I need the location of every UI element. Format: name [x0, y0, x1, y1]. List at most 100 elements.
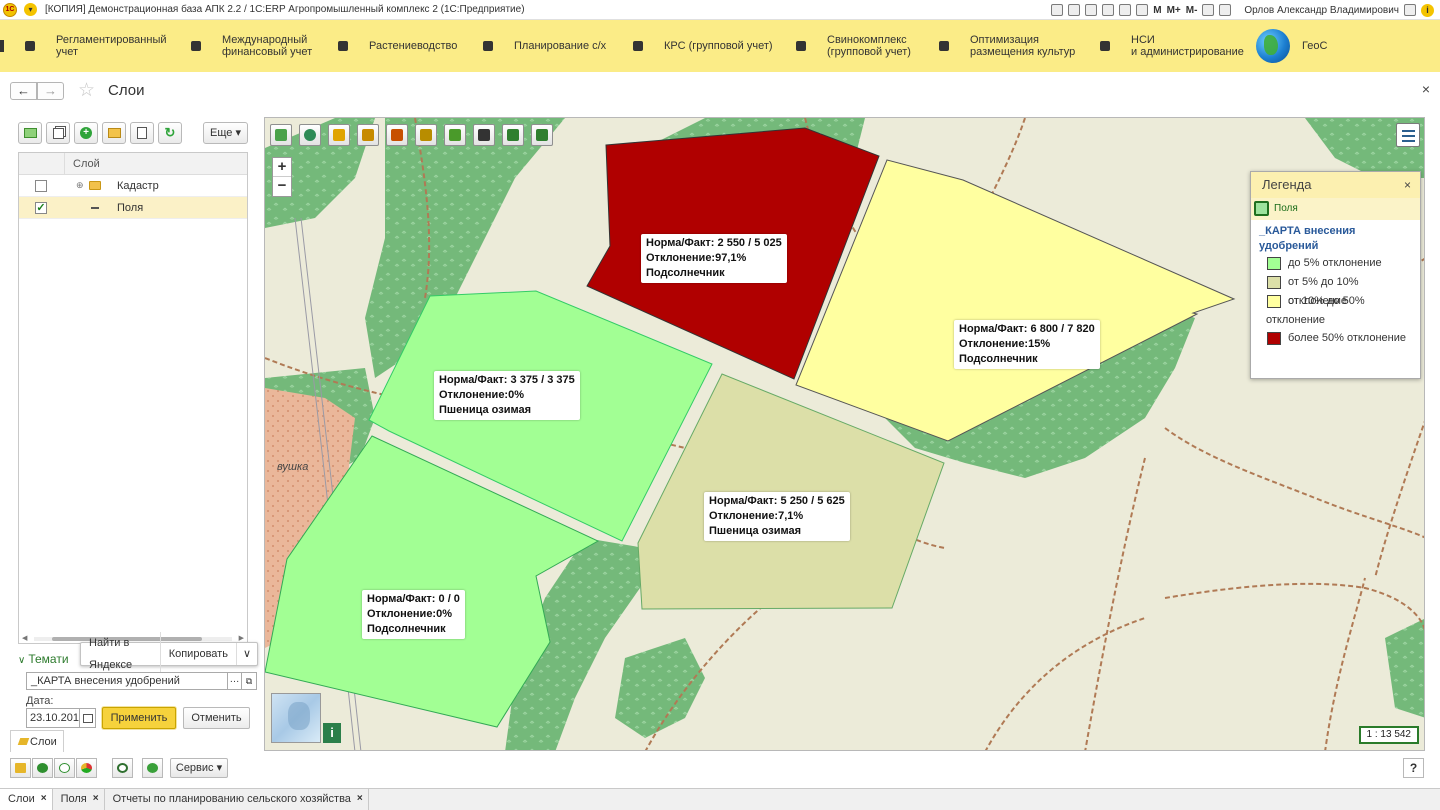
thematic-header[interactable]: ∨ Темати	[18, 652, 69, 666]
section-finance[interactable]: Международный финансовый учет	[190, 20, 312, 72]
scroll-right-icon[interactable]: ▶	[239, 634, 244, 642]
filter-button[interactable]	[444, 124, 466, 146]
layer-checkbox[interactable]	[35, 179, 47, 192]
info-tool-button[interactable]	[299, 124, 321, 146]
overview-minimap[interactable]	[271, 693, 321, 743]
window-tab-layers[interactable]: Слои ×	[0, 789, 53, 810]
add-group-button[interactable]	[102, 122, 126, 144]
legend-header: Легенда ×	[1251, 172, 1420, 198]
home-view-button[interactable]	[270, 124, 292, 146]
copy-layer-button[interactable]	[46, 122, 70, 144]
chart-mode-button[interactable]	[76, 758, 97, 778]
section-label: Международный финансовый учет	[222, 34, 313, 58]
field-label-1[interactable]: Норма/Факт: 2 550 / 5 025 Отклонение:97,…	[641, 234, 787, 283]
section-geos[interactable]: ГеоС	[1256, 20, 1327, 72]
close-page-button[interactable]: ×	[1422, 81, 1430, 97]
section-planning[interactable]: Планирование с/х	[482, 20, 606, 72]
calculator-icon[interactable]	[1119, 4, 1132, 16]
target-button[interactable]	[142, 758, 163, 778]
calendar-icon[interactable]	[1136, 4, 1149, 16]
download-button[interactable]	[502, 124, 524, 146]
section-crops[interactable]: Растениеводство	[337, 20, 457, 72]
map-info-button[interactable]: i	[323, 723, 341, 743]
field-label-5[interactable]: Норма/Факт: 0 / 0 Отклонение:0% Подсолне…	[362, 590, 465, 639]
chevron-down-icon[interactable]: ∨	[237, 643, 257, 665]
print-icon[interactable]	[1068, 4, 1081, 16]
link-icon[interactable]	[1085, 4, 1098, 16]
settings-icon[interactable]	[1404, 4, 1416, 16]
thematic-map-field[interactable]: _КАРТА внесения удобрений	[26, 672, 228, 690]
layer-checkbox[interactable]: ✓	[35, 201, 47, 214]
zoom-icon[interactable]	[1202, 4, 1215, 16]
memory-subtract-button[interactable]: M-	[1186, 5, 1198, 16]
window-tab-reports[interactable]: Отчеты по планированию сельского хозяйст…	[104, 789, 369, 810]
field-label-4[interactable]: Норма/Факт: 5 250 / 5 625 Отклонение:7,1…	[704, 492, 850, 541]
marker-icon	[37, 763, 48, 773]
refresh-button[interactable]: ↻	[158, 122, 182, 144]
edit-layer-button[interactable]	[18, 122, 42, 144]
copy-item-button[interactable]	[130, 122, 154, 144]
field-label-2[interactable]: Норма/Факт: 6 800 / 7 820 Отклонение:15%…	[954, 320, 1100, 369]
close-icon[interactable]: ×	[93, 789, 99, 810]
section-pig[interactable]: Свинокомплекс (групповой учет)	[795, 20, 911, 72]
close-icon[interactable]: ×	[1404, 172, 1411, 198]
find-in-yandex-item[interactable]: Найти в Яндексе	[81, 632, 161, 676]
layer-list-button[interactable]	[1396, 123, 1420, 147]
scroll-left-icon[interactable]: ◀	[22, 634, 27, 642]
help-button[interactable]: ?	[1403, 758, 1424, 778]
route-mode-button[interactable]	[54, 758, 75, 778]
section-label: Оптимизация размещения культур	[970, 34, 1076, 58]
date-field[interactable]: 23.10.2018	[26, 708, 80, 728]
memory-button[interactable]: M	[1153, 5, 1161, 16]
target-icon	[147, 763, 158, 773]
pan-tool-button[interactable]	[328, 124, 350, 146]
upload-button[interactable]	[531, 124, 553, 146]
tab-layers[interactable]: Слои	[10, 730, 64, 752]
layer-row-cadastre[interactable]: ⊕ Кадастр	[19, 175, 247, 197]
sections-menu-marker[interactable]	[0, 40, 4, 52]
select-button[interactable]: …	[228, 672, 242, 690]
expand-icon[interactable]: ⊕	[76, 180, 84, 191]
more-button[interactable]: Еще ▾	[203, 122, 248, 144]
calendar-icon[interactable]	[80, 708, 96, 728]
open-icon[interactable]: ⧉	[242, 672, 257, 690]
download-icon	[507, 129, 519, 141]
window-icon[interactable]	[1219, 4, 1232, 16]
marker-mode-button[interactable]	[32, 758, 53, 778]
zoom-out-button[interactable]: −	[273, 177, 291, 196]
back-button[interactable]: ←	[10, 82, 37, 100]
copy-item[interactable]: Копировать	[161, 643, 237, 665]
close-icon[interactable]: ×	[357, 789, 363, 810]
map-view[interactable]: вушка + − Норма/Факт: 2 550 / 5 025 Откл…	[264, 117, 1425, 751]
apply-button[interactable]: Применить	[102, 707, 176, 729]
info-icon[interactable]: i	[1421, 3, 1434, 17]
section-optimization[interactable]: Оптимизация размещения культур	[938, 20, 1075, 72]
user-name[interactable]: Орлов Александр Владимирович	[1244, 5, 1399, 16]
forward-button[interactable]: →	[37, 82, 64, 100]
section-admin[interactable]: НСИ и администрирование	[1099, 20, 1244, 72]
memory-add-button[interactable]: M+	[1167, 5, 1181, 16]
section-regulated[interactable]: Регламентированный учет	[24, 20, 167, 72]
clipboard-icon[interactable]	[1102, 4, 1115, 16]
save-icon[interactable]	[1051, 4, 1064, 16]
layers-filter-button[interactable]	[415, 124, 437, 146]
layers-mode-button[interactable]	[10, 758, 31, 778]
close-icon[interactable]: ×	[41, 789, 47, 810]
search-button[interactable]	[112, 758, 133, 778]
select-tool-button[interactable]	[473, 124, 495, 146]
main-menu-button[interactable]: ▾	[24, 3, 37, 16]
service-button[interactable]: Сервис ▾	[170, 758, 228, 778]
add-layer-button[interactable]: +	[74, 122, 98, 144]
field-label-3[interactable]: Норма/Факт: 3 375 / 3 375 Отклонение:0% …	[434, 371, 580, 420]
zoom-in-button[interactable]: +	[273, 158, 291, 177]
window-tab-fields[interactable]: Поля ×	[52, 789, 105, 810]
section-cattle[interactable]: КРС (групповой учет)	[632, 20, 773, 72]
measure-area-button[interactable]	[386, 124, 408, 146]
favorite-star-icon[interactable]: ☆	[78, 79, 95, 102]
measure-line-button[interactable]	[357, 124, 379, 146]
crop-text: Подсолнечник	[367, 623, 446, 635]
legend-panel: Легенда × Поля _КАРТА внесения удобрений…	[1250, 171, 1421, 379]
layer-column-header[interactable]: Слой	[65, 153, 100, 174]
cancel-button[interactable]: Отменить	[183, 707, 250, 729]
layer-row-fields[interactable]: ✓ Поля	[19, 197, 247, 219]
